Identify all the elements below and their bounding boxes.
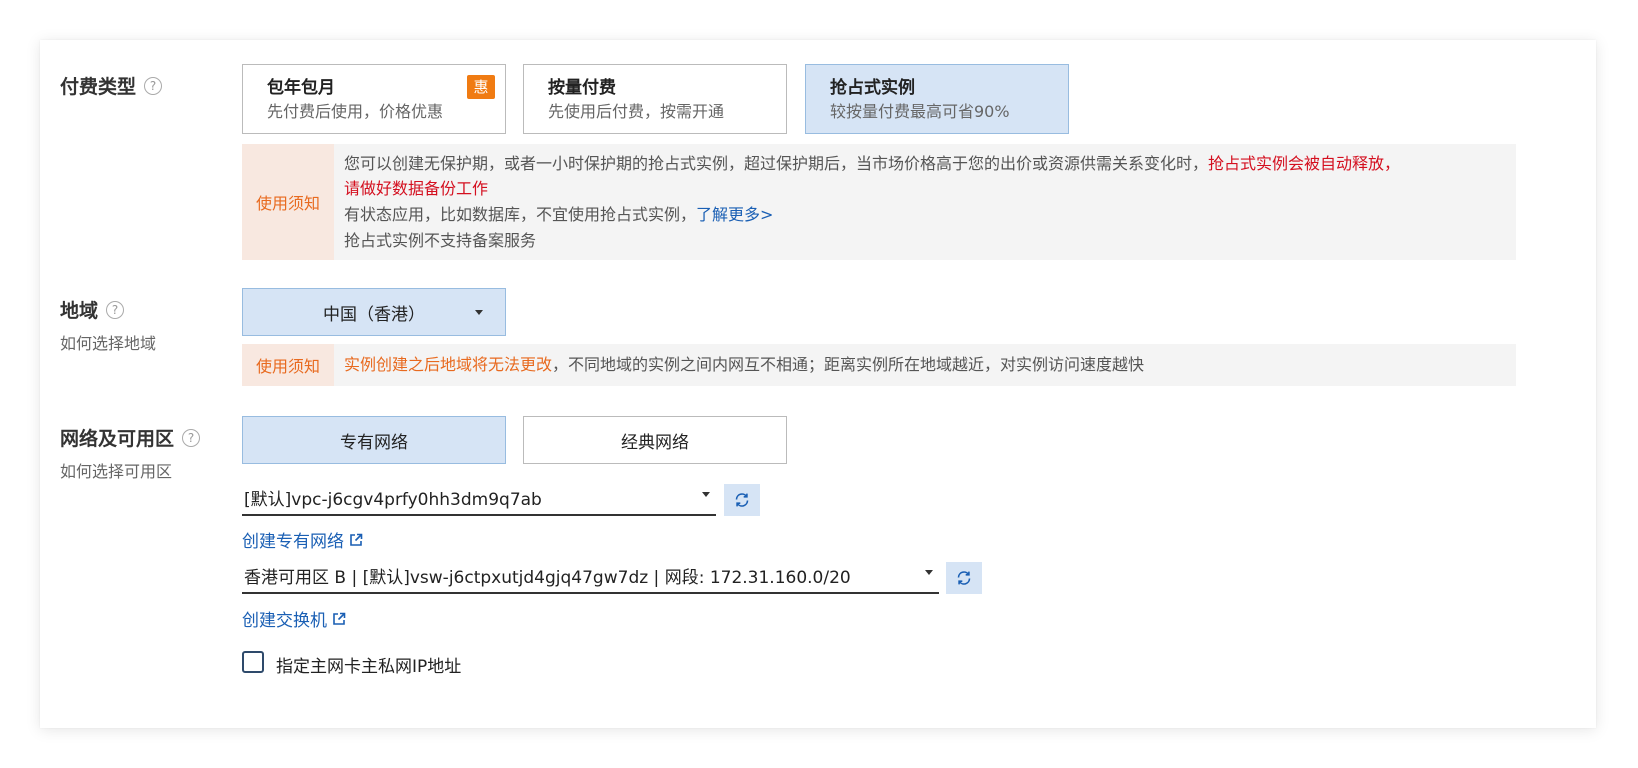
billing-option-subscription[interactable]: 包年包月 先付费后使用，价格优惠 惠 <box>242 64 506 134</box>
notice-body: 您可以创建无保护期，或者一小时保护期的抢占式实例，超过保护期后，当市场价格高于您… <box>334 144 1410 260</box>
option-desc: 较按量付费最高可省90% <box>830 102 1010 121</box>
vpc-select[interactable]: [默认]vpc-j6cgv4prfy0hh3dm9q7ab <box>242 480 716 516</box>
help-icon[interactable]: ? <box>182 428 201 447</box>
external-link-icon <box>350 533 363 546</box>
chevron-down-icon <box>702 492 710 497</box>
option-title: 按量付费 <box>548 78 616 98</box>
vswitch-select[interactable]: 香港可用区 B | [默认]vsw-j6ctpxutjd4gjq47gw7dz … <box>242 558 939 594</box>
external-link-icon <box>333 612 346 625</box>
vswitch-selected-value: 香港可用区 B | [默认]vsw-j6ctpxutjd4gjq47gw7dz … <box>244 567 851 588</box>
option-desc: 先付费后使用，价格优惠 <box>267 102 444 121</box>
chevron-down-icon <box>475 310 483 315</box>
notice-text: 您可以创建无保护期，或者一小时保护期的抢占式实例，超过保护期后，当市场价格高于您… <box>344 154 1209 173</box>
vpc-selected-value: [默认]vpc-j6cgv4prfy0hh3dm9q7ab <box>244 489 542 510</box>
tab-vpc[interactable]: 专有网络 <box>242 416 506 464</box>
help-icon[interactable]: ? <box>106 300 125 319</box>
tab-classic-network[interactable]: 经典网络 <box>523 416 787 464</box>
create-vswitch-link[interactable]: 创建交换机 <box>242 606 347 631</box>
region-section-title: 地域 ? <box>60 296 125 323</box>
option-title: 抢占式实例 <box>830 78 915 98</box>
instance-config-card: 付费类型 ? 包年包月 先付费后使用，价格优惠 惠 按量付费 先使用后付费，按需… <box>40 40 1596 728</box>
discount-badge: 惠 <box>467 75 495 99</box>
region-help-link[interactable]: 如何选择地域 <box>60 330 156 354</box>
option-desc: 先使用后付费，按需开通 <box>548 102 725 121</box>
learn-more-link[interactable]: 了解更多> <box>696 205 773 224</box>
region-notice: 使用须知 实例创建之后地域将无法更改，不同地域的实例之间内网互不相通；距离实例所… <box>242 344 1516 386</box>
billing-notice: 使用须知 您可以创建无保护期，或者一小时保护期的抢占式实例，超过保护期后，当市场… <box>242 144 1516 260</box>
help-icon[interactable]: ? <box>144 76 163 95</box>
create-vpc-link[interactable]: 创建专有网络 <box>242 527 364 552</box>
refresh-icon <box>735 493 749 507</box>
notice-warning-line2: 请做好数据备份工作 <box>344 179 489 198</box>
notice-body: 实例创建之后地域将无法更改，不同地域的实例之间内网互不相通；距离实例所在地域越近… <box>334 344 1154 386</box>
notice-tag: 使用须知 <box>242 344 334 386</box>
billing-option-spot-instance[interactable]: 抢占式实例 较按量付费最高可省90% <box>805 64 1069 134</box>
notice-warning: 实例创建之后地域将无法更改 <box>344 355 553 374</box>
notice-tag: 使用须知 <box>242 144 334 260</box>
region-title: 地域 <box>60 300 99 322</box>
refresh-vswitch-button[interactable] <box>946 562 982 594</box>
region-select[interactable]: 中国（香港） <box>242 288 506 336</box>
create-vpc-link-label: 创建专有网络 <box>242 532 344 552</box>
private-ip-checkbox[interactable] <box>242 651 264 673</box>
billing-section-title: 付费类型 ? <box>60 72 163 99</box>
refresh-icon <box>957 571 971 585</box>
network-section-title: 网络及可用区 ? <box>60 424 201 451</box>
private-ip-checkbox-label[interactable]: 指定主网卡主私网IP地址 <box>276 652 461 677</box>
notice-text: 有状态应用，比如数据库，不宜使用抢占式实例， <box>344 205 697 224</box>
notice-text: ，不同地域的实例之间内网互不相通；距离实例所在地域越近，对实例访问速度越快 <box>552 355 1145 374</box>
option-title: 包年包月 <box>267 78 335 98</box>
notice-warning: 抢占式实例会被自动释放， <box>1208 154 1401 173</box>
billing-option-pay-as-you-go[interactable]: 按量付费 先使用后付费，按需开通 <box>523 64 787 134</box>
notice-text: 抢占式实例不支持备案服务 <box>344 231 537 250</box>
region-selected-value: 中国（香港） <box>323 304 425 325</box>
network-title: 网络及可用区 <box>60 428 175 450</box>
refresh-vpc-button[interactable] <box>724 484 760 516</box>
create-vswitch-link-label: 创建交换机 <box>242 611 327 631</box>
billing-title: 付费类型 <box>60 76 137 98</box>
zone-help-link[interactable]: 如何选择可用区 <box>60 458 172 482</box>
chevron-down-icon <box>925 570 933 575</box>
